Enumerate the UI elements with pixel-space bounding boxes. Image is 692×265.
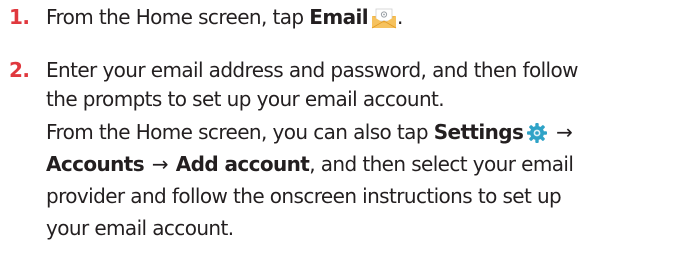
note-text: From the Home screen, you can also tap xyxy=(46,120,434,144)
note-text: , and then select your email xyxy=(309,152,574,176)
step-2-line-1: Enter your email address and password, a… xyxy=(46,58,578,82)
step-number: 2. xyxy=(9,58,30,82)
arrow-icon: → xyxy=(556,120,573,144)
step-number: 1. xyxy=(9,5,30,29)
step-1-line: From the Home screen, tap Email . xyxy=(46,2,403,32)
note-line-2: Accounts → Add account, and then select … xyxy=(46,149,574,179)
add-account-label: Add account xyxy=(175,152,310,176)
accounts-label: Accounts xyxy=(46,152,145,176)
note-line-4: your email account. xyxy=(46,216,234,240)
note-line-1: From the Home screen, you can also tap S… xyxy=(46,117,574,147)
note-line-3: provider and follow the onscreen instruc… xyxy=(46,184,562,208)
step-2-line-2: the prompts to set up your email account… xyxy=(46,87,445,111)
email-envelope-icon xyxy=(371,7,397,37)
step-text: From the Home screen, tap xyxy=(46,5,310,29)
arrow-icon: → xyxy=(151,152,169,176)
settings-app-label: Settings xyxy=(433,120,524,144)
period: . xyxy=(396,5,403,29)
settings-gear-icon xyxy=(526,122,548,152)
email-app-label: Email xyxy=(309,5,368,29)
instructions-page: 1. From the Home screen, tap Email . 2. … xyxy=(0,0,692,265)
